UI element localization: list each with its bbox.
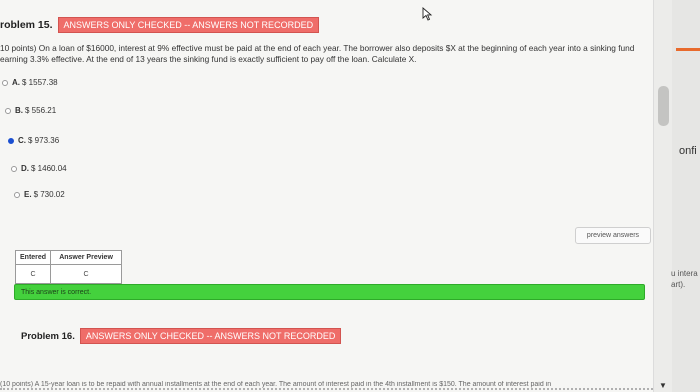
table-header-row: Entered Answer Preview bbox=[14, 250, 123, 265]
next-problem-text: (10 points) A 15-year loan is to be repa… bbox=[0, 381, 660, 390]
option-value: $ 556.21 bbox=[25, 106, 57, 115]
option-letter: E. bbox=[24, 190, 32, 199]
orange-tab-marker bbox=[676, 48, 700, 51]
option-value: $ 1460.04 bbox=[31, 164, 67, 173]
entered-cell: C bbox=[14, 264, 52, 284]
side-text-partial: onfi bbox=[679, 145, 697, 157]
preview-cell: C bbox=[50, 264, 123, 284]
option-letter: B. bbox=[15, 106, 23, 115]
option-letter: C. bbox=[18, 136, 26, 145]
option-value: $ 730.02 bbox=[33, 190, 65, 199]
option-a[interactable]: A. $ 1557.38 bbox=[2, 78, 58, 87]
correct-feedback-bar: This answer is correct. bbox=[14, 284, 645, 300]
next-problem-header: Problem 16. ANSWERS ONLY CHECKED -- ANSW… bbox=[21, 328, 342, 344]
option-d[interactable]: D. $ 1460.04 bbox=[11, 164, 67, 173]
option-letter: A. bbox=[12, 78, 20, 87]
option-letter: D. bbox=[21, 164, 29, 173]
preview-answers-button[interactable]: preview answers bbox=[575, 227, 651, 244]
mouse-pointer-icon bbox=[422, 7, 433, 21]
status-banner: ANSWERS ONLY CHECKED -- ANSWERS NOT RECO… bbox=[57, 17, 320, 33]
radio-button[interactable] bbox=[11, 165, 17, 172]
scrollbar-thumb[interactable] bbox=[658, 86, 669, 126]
radio-button[interactable] bbox=[5, 107, 11, 114]
scroll-down-arrow-icon[interactable]: ▼ bbox=[659, 381, 667, 390]
answer-table: Entered Answer Preview C C bbox=[14, 250, 123, 284]
radio-button[interactable] bbox=[14, 191, 20, 198]
next-status-banner: ANSWERS ONLY CHECKED -- ANSWERS NOT RECO… bbox=[79, 328, 342, 344]
problem-text-line-1: 10 points) On a loan of $16000, interest… bbox=[0, 43, 635, 53]
vertical-scrollbar[interactable]: ▼ bbox=[653, 0, 673, 392]
side-text-partial-2: u intera bbox=[671, 269, 698, 278]
problem-statement: 10 points) On a loan of $16000, interest… bbox=[0, 43, 660, 65]
next-problem-title: Problem 16. bbox=[21, 330, 75, 342]
option-value: $ 973.36 bbox=[28, 136, 60, 145]
option-c[interactable]: C. $ 973.36 bbox=[8, 136, 59, 145]
problem-title: roblem 15. bbox=[0, 19, 53, 31]
webwork-page: roblem 15. ANSWERS ONLY CHECKED -- ANSWE… bbox=[0, 0, 700, 392]
option-b[interactable]: B. $ 556.21 bbox=[5, 106, 56, 115]
adjacent-window: onfi u intera art). bbox=[671, 0, 700, 392]
column-header-answer-preview: Answer Preview bbox=[50, 250, 123, 265]
radio-button[interactable] bbox=[2, 79, 8, 86]
problem-text-line-2: earning 3.3% effective. At the end of 13… bbox=[0, 54, 417, 64]
radio-button-selected[interactable] bbox=[8, 137, 14, 144]
option-e[interactable]: E. $ 730.02 bbox=[14, 190, 65, 199]
option-value: $ 1557.38 bbox=[22, 78, 58, 87]
column-header-entered: Entered bbox=[14, 250, 52, 265]
side-text-partial-3: art). bbox=[671, 280, 686, 289]
main-content: roblem 15. ANSWERS ONLY CHECKED -- ANSWE… bbox=[0, 0, 673, 392]
problem-header: roblem 15. ANSWERS ONLY CHECKED -- ANSWE… bbox=[0, 17, 320, 33]
table-row: C C bbox=[14, 264, 123, 284]
